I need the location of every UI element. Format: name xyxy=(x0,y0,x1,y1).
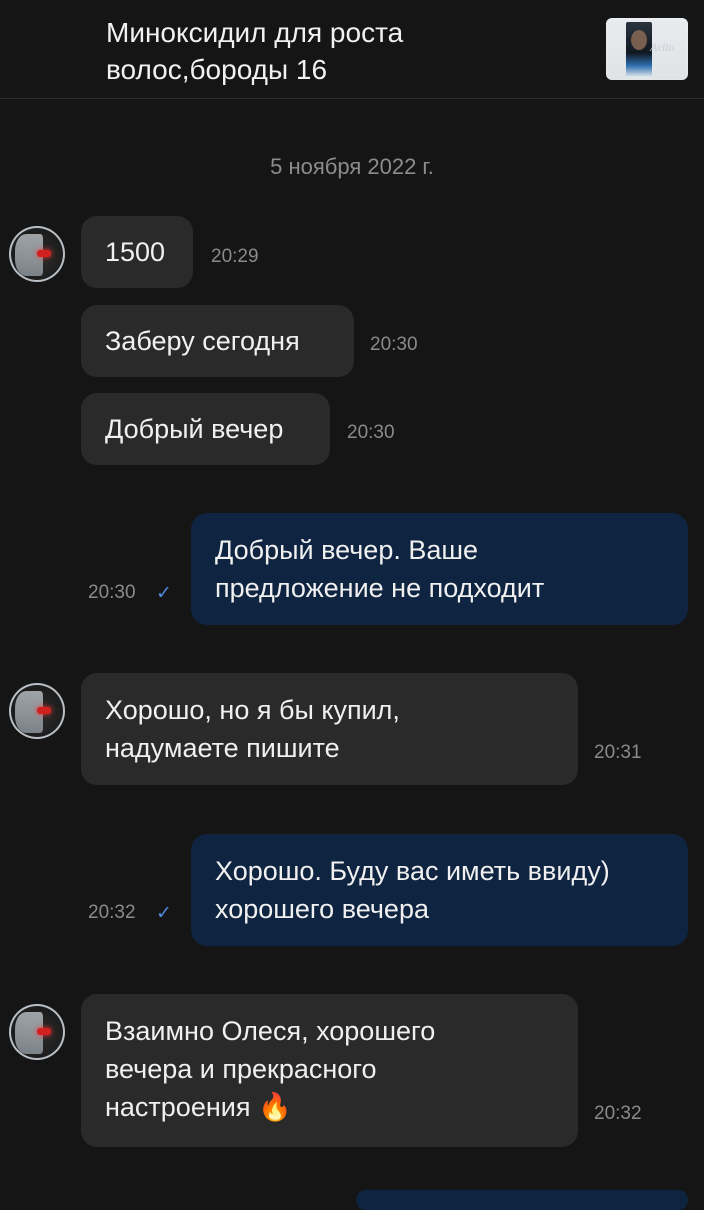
message-text: Добрый вечер. Ваше предложение не подход… xyxy=(215,535,545,603)
avatar[interactable] xyxy=(9,683,65,739)
message-time: 20:30 xyxy=(370,334,418,355)
message-bubble-outgoing-partial[interactable] xyxy=(356,1190,688,1210)
thumbnail-watermark: Avito xyxy=(650,40,675,54)
message-bubble-incoming[interactable]: Добрый вечер xyxy=(81,393,330,465)
avatar[interactable] xyxy=(9,1004,65,1060)
message-text: Добрый вечер xyxy=(105,414,284,444)
listing-title[interactable]: Миноксидил для роста волос,бороды 16 xyxy=(106,14,546,88)
date-separator: 5 ноября 2022 г. xyxy=(270,154,434,179)
message-time: 20:30 xyxy=(347,422,395,443)
message-text: Заберу сегодня xyxy=(105,326,300,356)
message-time: 20:29 xyxy=(211,246,259,267)
read-check-icon: ✓ xyxy=(156,903,172,924)
message-text: Хорошо, но я бы купил, надумаете пишите xyxy=(105,695,400,763)
message-text: 1500 xyxy=(105,237,166,267)
message-time: 20:30 xyxy=(88,582,136,603)
avatar[interactable] xyxy=(9,226,65,282)
listing-thumbnail[interactable]: Avito xyxy=(606,18,688,80)
message-time: 20:32 xyxy=(594,1103,642,1124)
message-bubble-incoming[interactable]: Хорошо, но я бы купил, надумаете пишите xyxy=(81,673,578,785)
message-bubble-incoming[interactable]: Заберу сегодня xyxy=(81,305,354,377)
message-time: 20:31 xyxy=(594,742,642,763)
product-image-face xyxy=(631,30,647,50)
read-check-icon: ✓ xyxy=(156,583,172,604)
message-bubble-outgoing[interactable]: Хорошо. Буду вас иметь ввиду) хорошего в… xyxy=(191,834,688,946)
message-text: Взаимно Олеся, хорошего вечера и прекрас… xyxy=(105,1012,435,1126)
message-time: 20:32 xyxy=(88,902,136,923)
message-bubble-incoming[interactable]: Взаимно Олеся, хорошего вечера и прекрас… xyxy=(81,994,578,1147)
message-bubble-outgoing[interactable]: Добрый вечер. Ваше предложение не подход… xyxy=(191,513,688,625)
fire-emoji-icon: 🔥 xyxy=(257,1092,292,1122)
chat-header: Миноксидил для роста волос,бороды 16 Avi… xyxy=(0,0,704,99)
message-text: Хорошо. Буду вас иметь ввиду) хорошего в… xyxy=(215,856,610,924)
message-bubble-incoming[interactable]: 1500 xyxy=(81,216,193,288)
